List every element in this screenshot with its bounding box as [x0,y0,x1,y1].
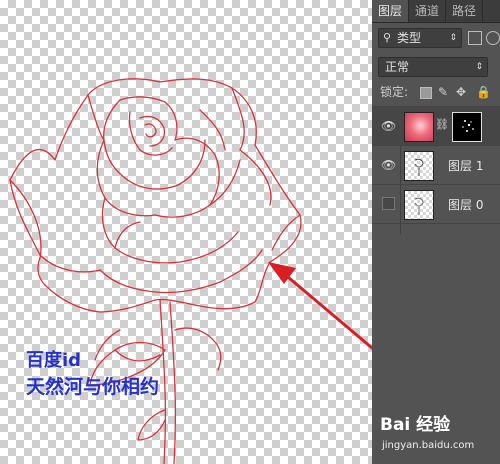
panel-tabs: 图层 通道 路径 [372,0,500,23]
layer-name: 图层 1 [448,159,484,173]
watermark-line-2: 天然河与你相约 [26,376,160,398]
tab-paths[interactable]: 路径 [446,0,484,22]
lock-all-icon[interactable]: 🔒 [476,82,491,102]
layer-row-layer-0[interactable]: 图层 0 [372,184,500,224]
layer-thumbnail-photo [404,112,434,142]
layer-thumbnail [404,190,434,220]
filter-adjust-icon[interactable] [486,31,500,45]
visibility-off-box[interactable] [382,197,395,210]
layer-thumbnail [404,151,434,181]
mask-pattern-icon [462,120,474,132]
updown-icon: ⇕ [475,62,483,72]
logo-url: jingyan.baidu.com [382,440,475,451]
layer-row-masked[interactable]: 👁 ⛓ [372,106,500,145]
sketch-thumb-icon [414,158,424,176]
blend-mode-row: 正常 ⇕ [372,54,500,78]
search-icon: ⚲ [383,31,392,44]
eye-icon[interactable]: 👁 [381,119,396,133]
tab-layers[interactable]: 图层 [372,0,410,22]
layers-panel: 图层 通道 路径 ⚲ 类型 ⇕ 正常 ⇕ 锁定: ✎ ✥ 🔒 👁 ⛓ 👁 图层 … [372,0,500,464]
lock-row: 锁定: ✎ ✥ 🔒 [372,82,500,102]
layer-mask-thumbnail[interactable] [452,112,482,142]
layer-name: 图层 0 [448,198,484,212]
lock-label: 锁定: [380,85,409,99]
layer-filter-row: ⚲ 类型 ⇕ [372,26,500,48]
lock-transparent-icon[interactable] [420,87,432,99]
filter-kind-select[interactable]: ⚲ 类型 ⇕ [378,28,462,48]
filter-kind-label: 类型 [397,31,422,45]
updown-icon: ⇕ [449,33,457,43]
eye-icon[interactable]: 👁 [381,158,396,172]
blend-mode-select[interactable]: 正常 ⇕ [378,57,488,77]
tab-channels[interactable]: 通道 [409,0,447,22]
document-canvas[interactable]: 百度id 天然河与你相约 [0,0,372,464]
blend-mode-label: 正常 [385,60,410,74]
watermark-line-1: 百度id [26,350,82,371]
filter-pixel-icon[interactable] [468,31,482,45]
lock-move-icon[interactable]: ✥ [456,82,466,102]
sketch-thumb-icon [414,197,424,215]
layer-row-layer-1[interactable]: 👁 图层 1 [372,145,500,184]
link-chain-icon[interactable]: ⛓ [435,118,449,131]
logo-text: Bai 经验 [380,415,451,435]
lock-paint-icon[interactable]: ✎ [438,82,448,102]
